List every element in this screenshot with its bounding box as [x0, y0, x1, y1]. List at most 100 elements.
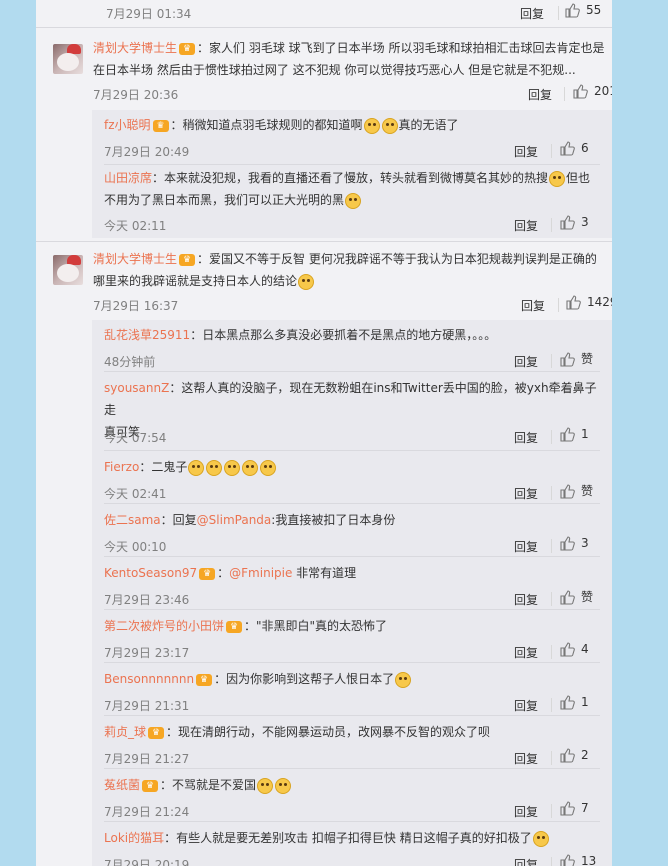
like-count: 3 [581, 215, 589, 229]
reply-button[interactable]: 回复 [514, 856, 538, 866]
username-link[interactable]: 佐二sama [104, 513, 161, 527]
reply-button[interactable]: 回复 [514, 697, 538, 714]
username-link[interactable]: Fierzo [104, 460, 139, 474]
comment-text: 清划大学博士生 ♛ ：爱国又不等于反智 更何况我辟谣不等于我认为日本犯规裁判误判是正… [93, 248, 605, 292]
reply-button[interactable]: 回复 [528, 86, 552, 103]
username-link[interactable]: 莉贞_球 [104, 725, 146, 739]
reply-footer: 7月29日 21:27 回复 2 [104, 747, 600, 769]
like-button[interactable]: 4 [559, 641, 589, 657]
like-button[interactable]: 13 [559, 853, 596, 866]
divider [104, 609, 600, 610]
emoji-icon [257, 777, 274, 794]
thumbs-up-icon [560, 748, 575, 763]
comment-time: 7月29日 20:36 [93, 88, 179, 102]
separator [558, 6, 559, 20]
emoji-icon [242, 459, 259, 476]
reply-text: Fierzo：二鬼子 [104, 456, 600, 478]
separator [564, 87, 565, 101]
divider [104, 556, 600, 557]
thumbs-up-icon [560, 854, 575, 866]
like-count: 4 [581, 642, 589, 656]
reply-button[interactable]: 回复 [514, 143, 538, 160]
username-link[interactable]: 菟纸菌 [104, 778, 140, 792]
reply-button[interactable]: 回复 [514, 485, 538, 502]
reply-button[interactable]: 回复 [514, 353, 538, 370]
username-link[interactable]: Bensonnnnnnn [104, 672, 194, 686]
emoji-icon [345, 192, 362, 209]
reply-list: 乱花浅草25911：日本黑点那么多真没必要抓着不是黑点的地方硬黑，。。。 48分钟… [92, 320, 612, 866]
like-button[interactable]: 赞 [559, 482, 593, 499]
username-link[interactable]: 乱花浅草25911 [104, 328, 190, 342]
reply-body: ：现在清朗行动，不能网暴运动员，改网暴不反智的观众了呗 [166, 725, 491, 739]
username-link[interactable]: 清划大学博士生 [93, 252, 177, 266]
like-button[interactable]: 7 [559, 800, 589, 816]
separator [551, 804, 552, 818]
reply-time: 7月29日 23:17 [104, 646, 190, 660]
like-button[interactable]: 赞 [559, 588, 593, 605]
username-link[interactable]: 第二次被炸号的小田饼 [104, 619, 224, 633]
reply-body: ：有些人就是要无差别攻击 扣帽子扣得巨快 精日这帽子真的好扣极了 [164, 831, 532, 845]
comment-text: 清划大学博士生 ♛ ：家人们 羽毛球 球飞到了日本半场 所以羽毛球和球拍相汇击球回去… [93, 37, 605, 81]
reply-body: ：二鬼子 [139, 460, 188, 474]
like-count: 1429 [587, 295, 612, 309]
comment-footer: 7月29日 20:36 回复 201 [93, 83, 612, 105]
reply-time: 7月29日 21:27 [104, 752, 190, 766]
emoji-icon [224, 459, 241, 476]
reply-button[interactable]: 回复 [520, 5, 544, 22]
like-button[interactable]: 55 [564, 2, 601, 18]
thumbs-up-icon [560, 801, 575, 816]
reply-footer: 今天 02:11 回复 3 [104, 214, 600, 236]
reply-footer: 7月29日 23:46 回复 赞 [104, 588, 600, 610]
divider [104, 450, 600, 451]
reply-button[interactable]: 回复 [514, 217, 538, 234]
user-avatar[interactable] [53, 255, 83, 285]
username-link[interactable]: 清划大学博士生 [93, 41, 177, 55]
like-button[interactable]: 2 [559, 747, 589, 763]
username-link[interactable]: fz小聪明 [104, 118, 151, 132]
reply-body: ：不骂就是不爱国 [160, 778, 257, 792]
mention-link[interactable]: @Fminipie [229, 566, 292, 580]
reply-button[interactable]: 回复 [521, 297, 545, 314]
thumbs-up-icon [560, 141, 575, 156]
vip-badge-icon: ♛ [152, 119, 169, 132]
mention-link[interactable]: @SlimPanda [197, 513, 272, 527]
username-link[interactable]: KentoSeason97 [104, 566, 197, 580]
reply-footer: 7月29日 23:17 回复 4 [104, 641, 600, 663]
separator [558, 298, 559, 312]
reply-time: 48分钟前 [104, 355, 156, 369]
username-link[interactable]: Loki的猫耳 [104, 831, 164, 845]
divider [104, 164, 600, 165]
like-button[interactable]: 3 [559, 535, 589, 551]
user-avatar[interactable] [53, 44, 83, 74]
reply-text: KentoSeason97 ♛ ：@Fminipie 非常有道理 [104, 562, 600, 584]
like-button[interactable]: 6 [559, 140, 589, 156]
thumbs-up-icon [560, 427, 575, 442]
thumbs-up-icon [560, 695, 575, 710]
reply-button[interactable]: 回复 [514, 538, 538, 555]
reply-text: 乱花浅草25911：日本黑点那么多真没必要抓着不是黑点的地方硬黑，。。。 [104, 324, 600, 346]
reply-button[interactable]: 回复 [514, 803, 538, 820]
separator [551, 698, 552, 712]
reply-button[interactable]: 回复 [514, 750, 538, 767]
like-button[interactable]: 3 [559, 214, 589, 230]
reply-time: 7月29日 23:46 [104, 593, 190, 607]
reply-button[interactable]: 回复 [514, 591, 538, 608]
emoji-icon [275, 777, 292, 794]
reply-time: 7月29日 21:31 [104, 699, 190, 713]
username-link[interactable]: syousannZ [104, 381, 169, 395]
reply-list: fz小聪明 ♛ ：稍微知道点羽毛球规则的都知道啊 真的无语了 7月29日 20:49 … [92, 110, 612, 238]
like-button[interactable]: 1 [559, 694, 589, 710]
reply-body: ：回复 [160, 513, 197, 527]
reply-footer: 今天 02:41 回复 赞 [104, 482, 600, 504]
reply-button[interactable]: 回复 [514, 644, 538, 661]
divider [104, 503, 600, 504]
thumbs-up-icon [560, 351, 575, 367]
reply-button[interactable]: 回复 [514, 429, 538, 446]
like-button[interactable]: 1429 [565, 294, 612, 310]
reply-footer: 7月29日 21:24 回复 7 [104, 800, 600, 822]
reply-footer: 今天 00:10 回复 3 [104, 535, 600, 557]
username-link[interactable]: 山田凉席 [104, 171, 152, 185]
like-button[interactable]: 赞 [559, 350, 593, 367]
like-button[interactable]: 201 [572, 83, 612, 99]
like-button[interactable]: 1 [559, 426, 589, 442]
